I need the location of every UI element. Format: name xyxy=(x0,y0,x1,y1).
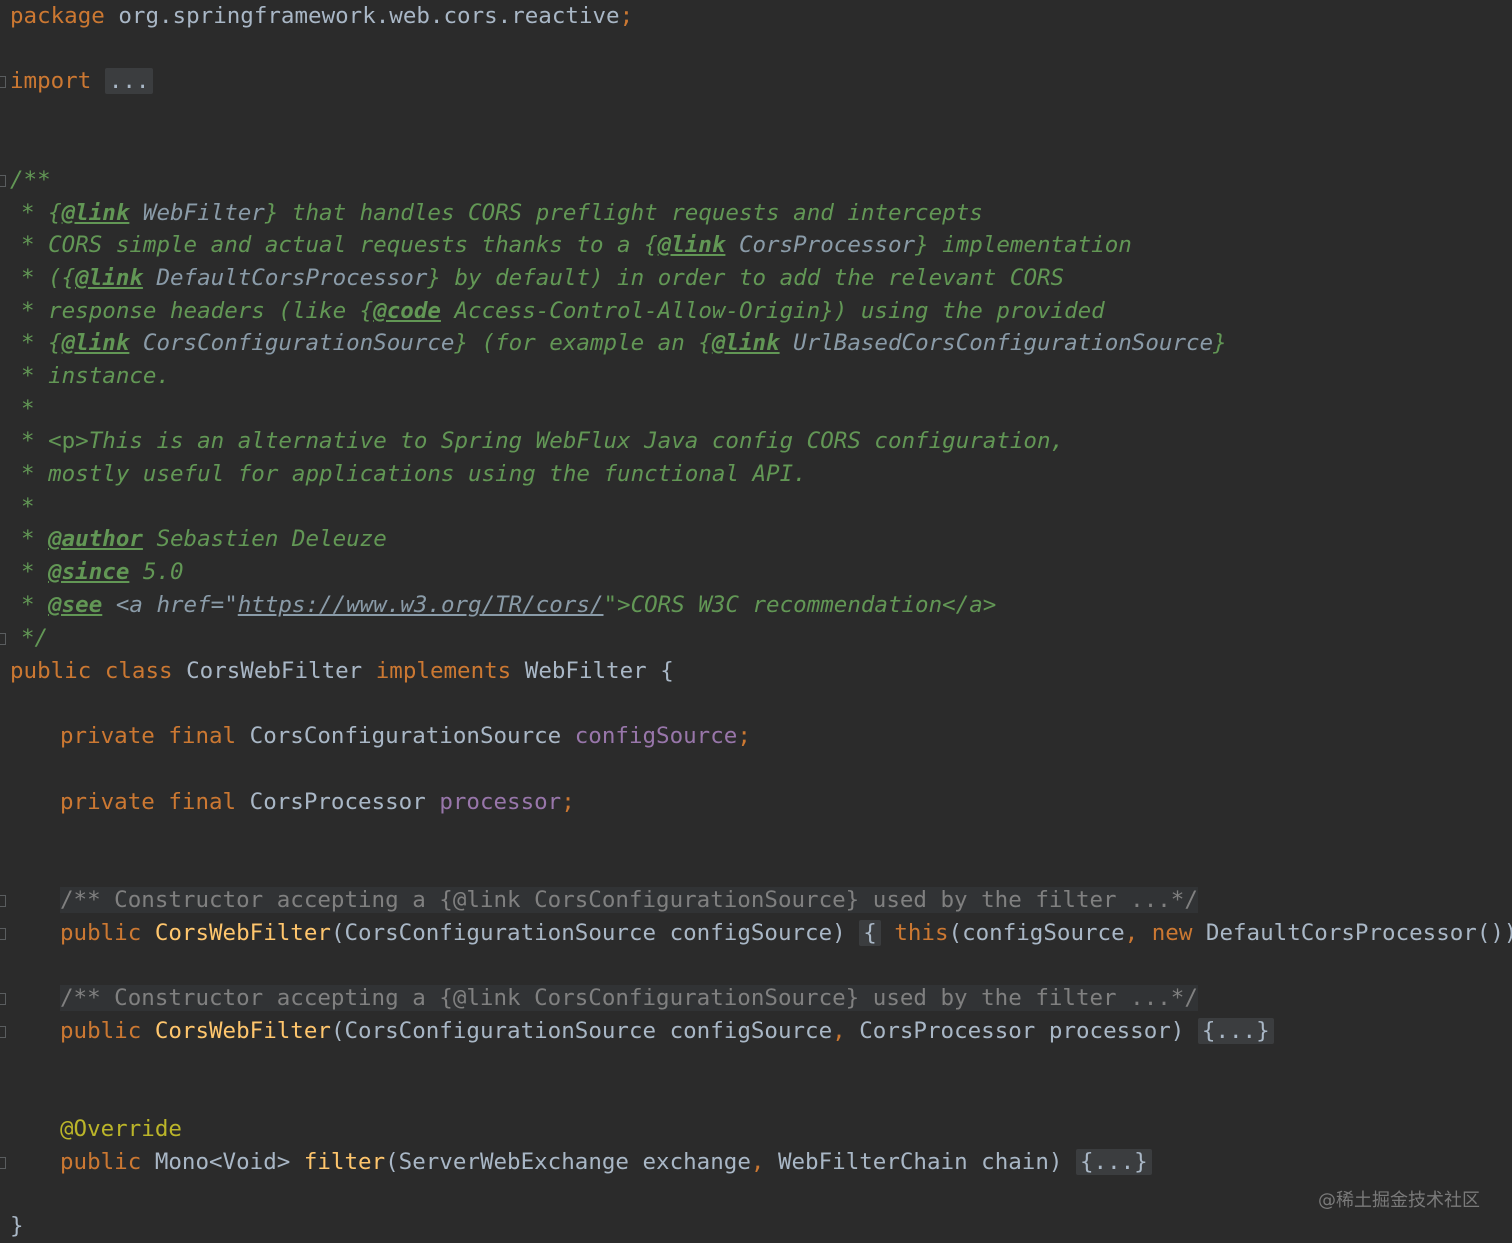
import-fold[interactable]: ... xyxy=(104,68,154,94)
javadoc-close: */ xyxy=(21,625,49,651)
fold-toggle-icon[interactable] xyxy=(0,175,6,187)
import-line: import ... xyxy=(10,65,154,98)
override-annotation: @Override xyxy=(60,1116,182,1142)
fold-toggle-icon[interactable] xyxy=(0,993,6,1005)
javadoc-line-9: * mostly useful for applications using t… xyxy=(21,461,807,487)
field-processor: private final CorsProcessor processor; xyxy=(60,789,575,815)
javadoc-line-2: * CORS simple and actual requests thanks… xyxy=(21,232,1132,258)
filter-body-fold[interactable]: {...} xyxy=(1076,1149,1152,1175)
fold-toggle-icon[interactable] xyxy=(0,76,6,88)
fold-toggle-icon[interactable] xyxy=(0,928,6,940)
fold-toggle-icon[interactable] xyxy=(0,1026,6,1038)
javadoc-line-1: * {@link WebFilter} that handles CORS pr… xyxy=(21,200,983,226)
fold-toggle-icon[interactable] xyxy=(0,633,6,645)
ctor2-doc-fold[interactable]: /** Constructor accepting a {@link CorsC… xyxy=(60,982,1198,1015)
watermark: @稀土掘金技术社区 xyxy=(1318,1190,1480,1211)
javadoc-line-4: * response headers (like {@code Access-C… xyxy=(21,298,1105,324)
fold-toggle-icon[interactable] xyxy=(0,895,6,907)
filter-method-declaration: public Mono<Void> filter(ServerWebExchan… xyxy=(60,1146,1152,1179)
see-url-link[interactable]: https://www.w3.org/TR/cors/ xyxy=(238,592,604,618)
field-config-source: private final CorsConfigurationSource co… xyxy=(60,723,751,749)
ctor2-body-fold[interactable]: {...} xyxy=(1197,1018,1274,1044)
javadoc-author: * @author Sebastien Deleuze xyxy=(21,526,387,552)
class-declaration: public class CorsWebFilter implements We… xyxy=(10,658,674,684)
ctor2-declaration: public CorsWebFilter(CorsConfigurationSo… xyxy=(60,1015,1274,1048)
ctor1-declaration: public CorsWebFilter(CorsConfigurationSo… xyxy=(60,920,1512,946)
javadoc-line-10: * xyxy=(21,494,35,520)
javadoc-line-6: * instance. xyxy=(21,363,171,389)
package-line: package org.springframework.web.cors.rea… xyxy=(10,3,634,29)
javadoc-since: * @since 5.0 xyxy=(21,559,184,585)
code-editor[interactable]: package org.springframework.web.cors.rea… xyxy=(0,0,1512,1243)
javadoc-line-7: * xyxy=(21,396,35,422)
class-closing-brace: } xyxy=(10,1213,24,1239)
javadoc-see: * @see <a href="https://www.w3.org/TR/co… xyxy=(21,592,997,618)
javadoc-open: /** xyxy=(10,167,51,193)
fold-toggle-icon[interactable] xyxy=(0,1157,6,1169)
javadoc-line-8: * <p>This is an alternative to Spring We… xyxy=(21,428,1065,454)
ctor1-doc-fold[interactable]: /** Constructor accepting a {@link CorsC… xyxy=(60,884,1198,917)
javadoc-line-3: * ({@link DefaultCorsProcessor} by defau… xyxy=(21,265,1065,291)
javadoc-line-5: * {@link CorsConfigurationSource} (for e… xyxy=(21,330,1227,356)
